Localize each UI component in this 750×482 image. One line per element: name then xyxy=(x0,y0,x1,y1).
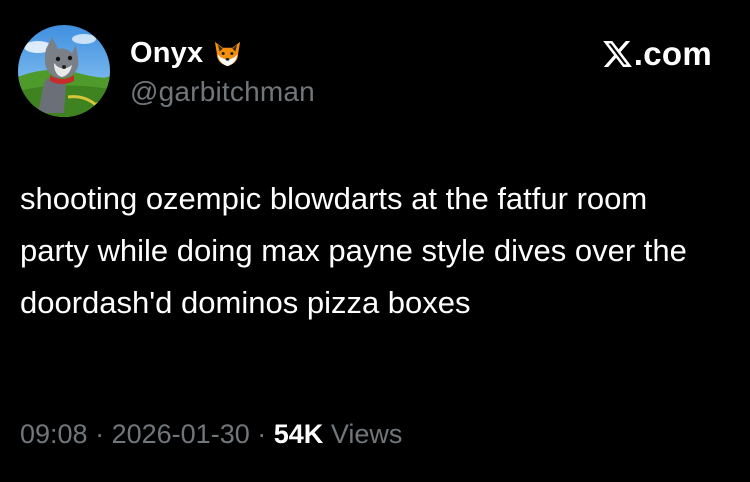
tweet-date[interactable]: 2026-01-30 xyxy=(112,419,250,449)
views-count[interactable]: 54K xyxy=(274,419,324,449)
fox-face-icon xyxy=(212,38,243,69)
tweet-text: shooting ozempic blowdarts at the fatfur… xyxy=(20,181,687,320)
author-display-name[interactable]: Onyx xyxy=(130,37,203,70)
brand-domain-text: .com xyxy=(633,35,712,72)
meta-separator: · xyxy=(257,419,267,449)
author-name-row: Onyx xyxy=(130,36,315,70)
x-logo-icon xyxy=(602,41,632,67)
brand-watermark: .com xyxy=(601,34,712,74)
author-info: Onyx @garbitchman xyxy=(130,36,315,108)
tweet-card: Onyx @garbitchman .com shooting ozempic … xyxy=(0,0,750,482)
author-handle[interactable]: @garbitchman xyxy=(130,76,315,108)
cartoon-wolf-avatar-icon xyxy=(18,25,110,117)
views-label: Views xyxy=(330,419,403,449)
tweet-time[interactable]: 09:08 xyxy=(20,419,88,449)
meta-separator: · xyxy=(95,419,105,449)
author-avatar[interactable] xyxy=(18,25,110,117)
tweet-meta: 09:08 · 2026-01-30 · 54K Views xyxy=(20,419,402,450)
